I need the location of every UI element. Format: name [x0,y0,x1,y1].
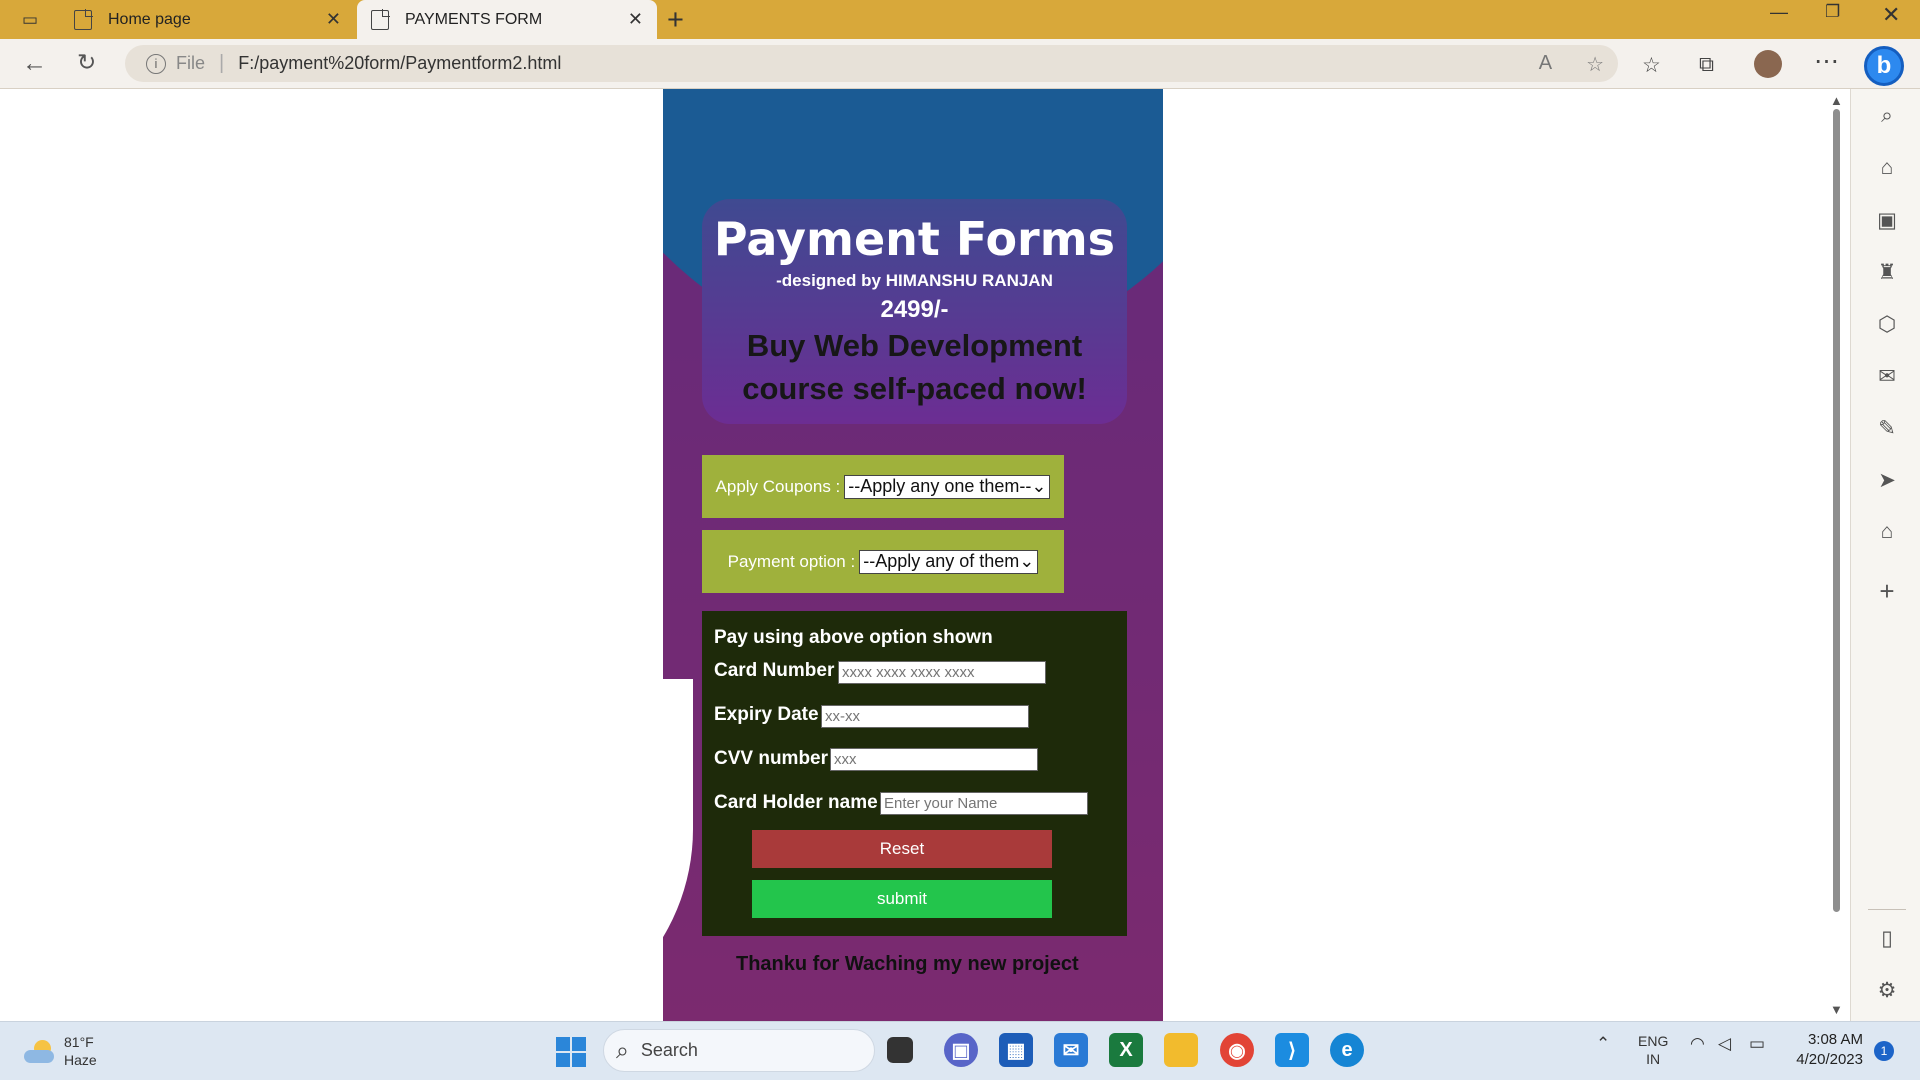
cvv-field[interactable] [830,748,1038,771]
back-icon[interactable]: ← [22,49,47,78]
store-icon[interactable]: ▦ [999,1033,1033,1067]
card-section-heading: Pay using above option shown [714,627,993,648]
expiry-date-field[interactable] [821,705,1029,728]
collections-icon[interactable]: ⧉ [1699,53,1714,77]
coupon-panel: Apply Coupons : --Apply any one them-- ⌄ [702,455,1064,518]
split-screen-icon[interactable]: ▯ [1874,926,1900,952]
hero-card: Payment Forms -designed by HIMANSHU RANJ… [702,199,1127,424]
payment-option-panel: Payment option : --Apply any of them ⌄ [702,530,1064,593]
games-icon[interactable]: ♜ [1874,260,1900,286]
edge-icon[interactable]: e [1330,1033,1364,1067]
excel-icon[interactable]: X [1109,1033,1143,1067]
add-favorite-icon[interactable]: ☆ [1586,52,1604,77]
restore-icon[interactable]: ❐ [1825,2,1840,22]
chrome-icon[interactable]: ◉ [1220,1033,1254,1067]
coupon-select[interactable]: --Apply any one them-- ⌄ [844,474,1051,499]
card-holder-field[interactable] [880,792,1088,815]
payment-option-select[interactable]: --Apply any of them ⌄ [859,549,1039,574]
separator: | [219,52,225,74]
page-icon [74,8,93,30]
scroll-thumb[interactable] [1833,109,1840,912]
tab-payments-form[interactable]: PAYMENTS FORM ✕ [357,0,657,39]
taskbar-search[interactable]: ⌕ Search [603,1029,875,1072]
weather-condition: Haze [64,1052,97,1068]
url-text[interactable]: F:/payment%20form/Paymentform2.html [238,53,561,74]
outlook-icon[interactable]: ✉ [1874,364,1900,390]
teams-chat-icon[interactable]: ▣ [944,1033,978,1067]
drop-icon[interactable]: ✎ [1874,416,1900,442]
designer-credit: -designed by HIMANSHU RANJAN [776,271,1053,290]
scheme-label: File [176,53,206,73]
page-icon [371,8,390,30]
info-icon[interactable]: i [146,53,166,74]
settings-icon[interactable]: ⚙ [1874,978,1900,1004]
more-icon[interactable]: ⋯ [1814,46,1839,76]
task-view-icon[interactable] [887,1037,913,1063]
read-aloud-icon[interactable]: A [1539,52,1552,77]
refresh-icon[interactable]: ↻ [77,49,96,76]
new-tab-icon[interactable]: + [667,4,684,37]
add-icon[interactable]: + [1874,576,1900,606]
tools-icon[interactable]: ▣ [1874,208,1900,234]
payment-page: Payment Forms -designed by HIMANSHU RANJ… [663,89,1163,1021]
weather-widget[interactable]: 81°F Haze [22,1033,97,1069]
volume-icon[interactable]: ◁ [1718,1034,1731,1054]
expiry-date-label: Expiry Date [714,704,819,725]
search-label: Search [640,1040,698,1060]
sidebar-divider [1868,909,1906,910]
search-icon: ⌕ [616,1037,629,1063]
language-indicator[interactable]: ENG IN [1638,1032,1668,1068]
tab-home-page[interactable]: Home page ✕ [60,0,355,39]
edge-sidebar: ⌕ ⌂ ▣ ♜ ⬡ ✉ ✎ ➤ ⌂ + ▯ ⚙ [1850,89,1920,1021]
coupon-label: Apply Coupons : [715,476,841,496]
url-field[interactable]: i File | F:/payment%20form/Paymentform2.… [125,45,1618,82]
tab-title: PAYMENTS FORM [405,10,543,28]
close-tab-icon[interactable]: ✕ [628,9,643,30]
tab-title: Home page [108,10,191,28]
reset-button[interactable]: Reset [752,830,1052,868]
payment-option-label: Payment option : [727,551,856,571]
cvv-label: CVV number [714,748,829,769]
scroll-down-icon[interactable]: ▼ [1830,1002,1843,1017]
vscode-icon[interactable]: ⟩ [1275,1033,1309,1067]
card-number-label: Card Number [714,660,835,681]
file-explorer-icon[interactable] [1164,1033,1198,1067]
footer-message: Thanku for Waching my new project [736,953,1079,975]
address-bar: ← ↻ i File | F:/payment%20form/Paymentfo… [0,39,1920,89]
close-window-icon[interactable]: ✕ [1882,2,1900,28]
price: 2499/- [880,296,949,323]
course-headline: Buy Web Development course self-paced no… [742,328,1087,406]
search-icon[interactable]: ⌕ [1874,104,1900,130]
card-holder-label: Card Holder name [714,792,878,813]
battery-icon[interactable]: ▭ [1749,1034,1765,1054]
weather-icon [22,1039,55,1063]
office-icon[interactable]: ⬡ [1874,312,1900,338]
scrollbar[interactable]: ▲ ▼ [1825,89,1850,1021]
avatar[interactable] [1754,50,1782,78]
tab-actions-icon[interactable]: ▭ [18,8,42,32]
card-details-panel: Pay using above option shown Card Number… [702,611,1127,936]
notification-badge[interactable]: 1 [1874,1041,1894,1061]
clock[interactable]: 3:08 AM 4/20/2023 [1793,1030,1863,1070]
show-hidden-icons[interactable]: ⌃ [1596,1034,1610,1054]
favorites-icon[interactable]: ☆ [1642,53,1661,78]
close-tab-icon[interactable]: ✕ [326,9,341,30]
notifications-icon[interactable]: ⌂ [1874,520,1900,546]
bing-icon[interactable]: b [1864,46,1904,86]
windows-taskbar: 81°F Haze ⌕ Search ▣ ▦ ✉ X ◉ ⟩ e ⌃ ENG IN… [0,1021,1920,1080]
shopping-tag-icon[interactable]: ⌂ [1874,156,1900,182]
mail-icon[interactable]: ✉ [1054,1033,1088,1067]
card-number-field[interactable] [838,661,1046,684]
scroll-up-icon[interactable]: ▲ [1830,93,1843,108]
tab-bar: ▭ Home page ✕ PAYMENTS FORM ✕ + — ❐ ✕ [0,0,1920,39]
start-icon[interactable] [556,1037,586,1067]
send-icon[interactable]: ➤ [1874,468,1900,494]
submit-button[interactable]: submit [752,880,1052,918]
wifi-icon[interactable]: ◠ [1690,1034,1705,1054]
page-title: Payment Forms [713,212,1116,266]
minimize-icon[interactable]: — [1770,2,1788,23]
temperature: 81°F [64,1034,94,1050]
